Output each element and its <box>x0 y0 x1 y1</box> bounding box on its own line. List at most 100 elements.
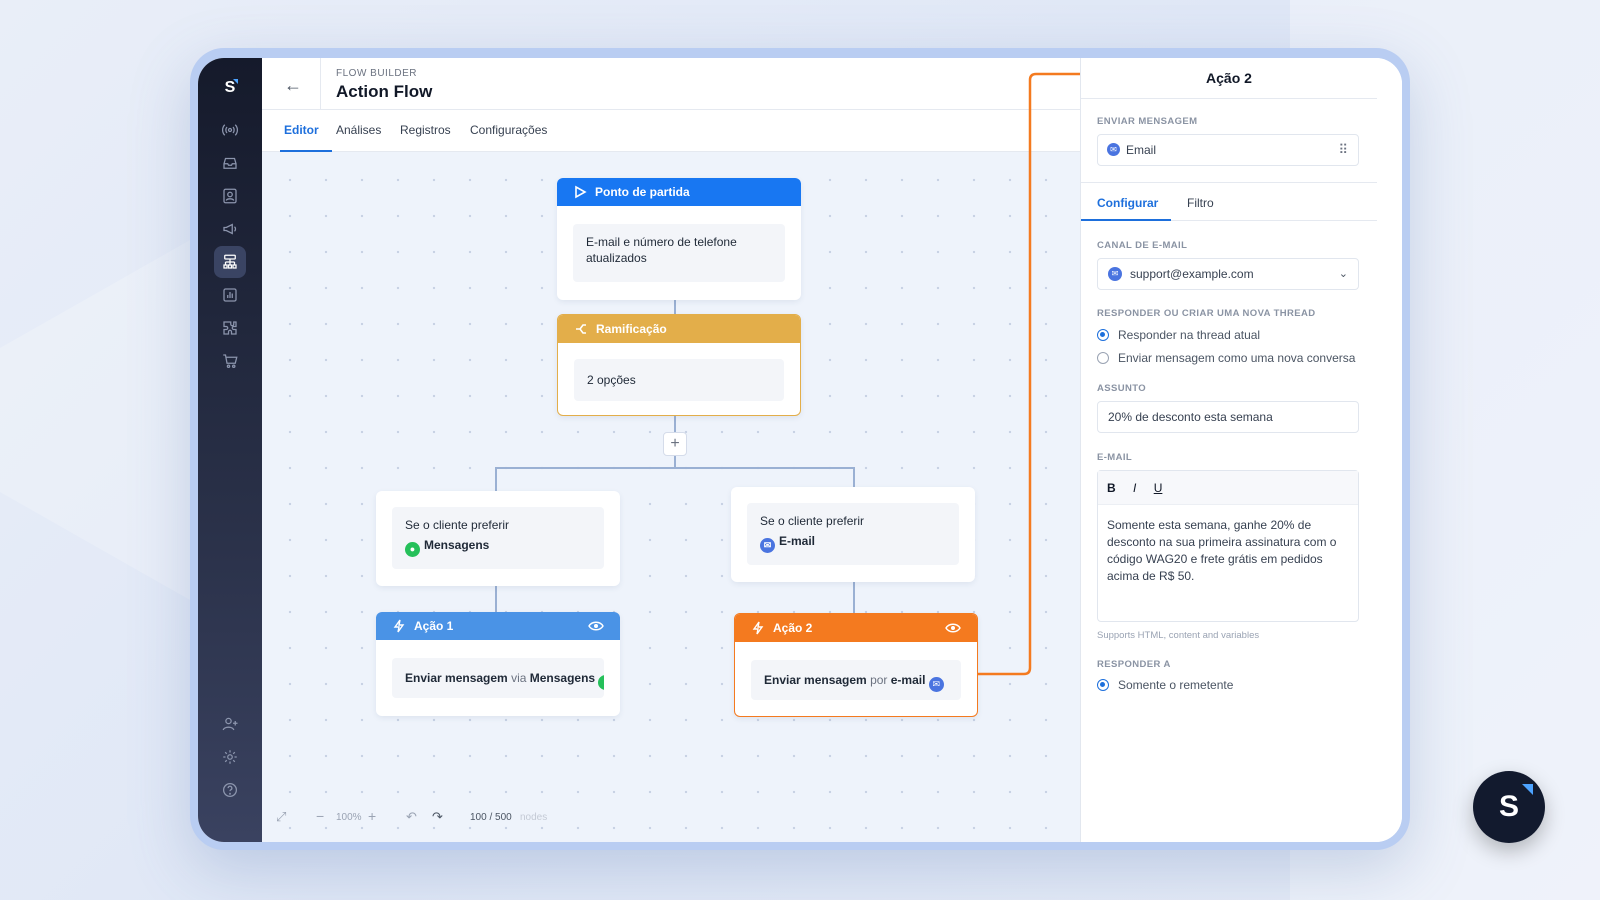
node-start[interactable]: Ponto de partida E-mail e número de tele… <box>557 178 801 300</box>
condition-text: Se o cliente preferir <box>760 514 865 528</box>
radio-new-conversation[interactable]: Enviar mensagem como uma nova conversa <box>1097 351 1355 365</box>
email-channel-value: support@example.com <box>1130 267 1254 281</box>
zoom-in-button[interactable]: + <box>368 808 376 824</box>
email-channel-select[interactable]: ✉ support@example.com ⌄ <box>1097 258 1359 290</box>
tab-filtro[interactable]: Filtro <box>1187 196 1214 210</box>
puzzle-icon[interactable] <box>214 312 246 344</box>
node-action-2[interactable]: Ação 2 Enviar mensagem por e-mail ✉ <box>734 613 978 717</box>
node-condition-body: Se o cliente preferir ✉ E-mail <box>747 503 959 565</box>
lightning-icon <box>752 621 764 635</box>
zoom-out-button[interactable]: − <box>316 808 324 824</box>
broadcast-icon[interactable] <box>214 114 246 146</box>
connector <box>495 586 497 612</box>
condition-channel: Mensagens <box>424 538 490 552</box>
zoom-level: 100% <box>336 812 362 823</box>
flow-icon[interactable] <box>214 246 246 278</box>
reports-icon[interactable] <box>214 279 246 311</box>
underline-button[interactable]: U <box>1154 481 1163 495</box>
app-window: S ← FLOW BUILDER Action Flow Editor Anál… <box>198 58 1402 842</box>
action-channel: e-mail <box>890 673 926 687</box>
tab-bar: Editor Análises Registros Configurações <box>262 110 1102 152</box>
eye-icon[interactable] <box>588 619 604 633</box>
connector <box>853 467 855 487</box>
page-title: Action Flow <box>336 82 433 101</box>
help-icon[interactable] <box>214 774 246 806</box>
grid-icon[interactable]: ⠿ <box>1338 135 1348 165</box>
panel-divider <box>1081 182 1377 183</box>
brand-logo-letter: S <box>1498 790 1519 823</box>
node-action-1-header: Ação 1 <box>376 612 620 640</box>
radio-label: Somente o remetente <box>1118 678 1234 692</box>
node-start-body: E-mail e número de telefone atualizados <box>573 224 785 282</box>
tab-registros[interactable]: Registros <box>400 123 451 137</box>
node-action-2-title: Ação 2 <box>773 621 813 635</box>
node-start-title: Ponto de partida <box>595 185 690 199</box>
megaphone-icon[interactable] <box>214 213 246 245</box>
flow-canvas[interactable]: Ponto de partida E-mail e número de tele… <box>262 72 1102 842</box>
undo-icon[interactable]: ↶ <box>406 809 417 825</box>
add-user-icon[interactable] <box>214 708 246 740</box>
header-divider <box>320 58 321 110</box>
add-step-button[interactable]: + <box>663 432 687 456</box>
fit-screen-icon[interactable]: ⤢ <box>276 809 286 825</box>
gear-icon[interactable] <box>214 741 246 773</box>
back-arrow-icon[interactable]: ← <box>282 74 304 96</box>
node-condition-messages[interactable]: Se o cliente preferir ● Mensagens <box>376 491 620 586</box>
node-action-1-body: Enviar mensagem via Mensagens ● <box>392 658 604 698</box>
node-action-2-header: Ação 2 <box>735 614 977 642</box>
condition-text: Se o cliente preferir <box>405 518 510 532</box>
connector <box>495 467 497 491</box>
node-start-header: Ponto de partida <box>557 178 801 206</box>
email-body-text[interactable]: Somente esta semana, ganhe 20% de descon… <box>1098 505 1358 597</box>
radio-reply-thread[interactable]: Responder na thread atual <box>1097 328 1260 342</box>
panel-divider <box>1081 98 1377 99</box>
node-action-2-body: Enviar mensagem por e-mail ✉ <box>751 660 961 700</box>
condition-channel: E-mail <box>779 534 816 548</box>
node-count: 100 / 500 <box>470 812 512 823</box>
node-branch[interactable]: Ramificação 2 opções <box>557 314 801 416</box>
node-condition-email[interactable]: Se o cliente preferir ✉ E-mail <box>731 487 975 582</box>
email-hint: Supports HTML, content and variables <box>1097 630 1260 641</box>
mail-icon: ✉ <box>1108 267 1122 281</box>
eye-icon[interactable] <box>945 621 961 635</box>
whatsapp-icon: ● <box>598 675 604 690</box>
node-count-label: nodes <box>520 812 548 823</box>
tab-editor[interactable]: Editor <box>284 123 319 137</box>
action-text: Enviar mensagem <box>764 673 867 687</box>
properties-panel: Ação 2 ENVIAR MENSAGEM ✉ Email ⠿ Configu… <box>1080 58 1402 842</box>
brand-logo: S <box>1473 771 1545 843</box>
main-area: ← FLOW BUILDER Action Flow Editor Anális… <box>262 58 1102 842</box>
bold-button[interactable]: B <box>1107 481 1116 495</box>
email-channel-label: CANAL DE E-MAIL <box>1097 240 1188 251</box>
action-via: por <box>870 673 888 687</box>
radio-label: Responder na thread atual <box>1118 328 1261 342</box>
tab-configuracoes[interactable]: Configurações <box>470 123 547 137</box>
inbox-icon[interactable] <box>214 147 246 179</box>
redo-icon[interactable]: ↷ <box>432 809 443 825</box>
italic-button[interactable]: I <box>1133 481 1136 495</box>
tab-analises[interactable]: Análises <box>336 123 381 137</box>
connector <box>674 300 676 314</box>
node-branch-body: 2 opções <box>574 359 784 401</box>
mail-icon: ✉ <box>928 677 944 692</box>
cart-icon[interactable] <box>214 345 246 377</box>
connector <box>495 467 855 469</box>
action-via: via <box>511 671 527 685</box>
sidebar: S <box>198 58 262 842</box>
radio-label: Enviar mensagem como uma nova conversa <box>1118 351 1356 365</box>
subject-label: ASSUNTO <box>1097 383 1147 394</box>
chevron-down-icon[interactable]: ⌄ <box>1339 259 1348 289</box>
subject-input[interactable]: 20% de desconto esta semana <box>1097 401 1359 433</box>
connector <box>674 416 676 432</box>
contacts-icon[interactable] <box>214 180 246 212</box>
action-text: Enviar mensagem <box>405 671 508 685</box>
canvas-toolbar: ⤢ − 100% + ↶ ↷ 100 / 500 nodes <box>262 794 1102 842</box>
mail-icon: ✉ <box>760 538 775 553</box>
app-logo[interactable]: S <box>214 72 246 104</box>
radio-sender-only[interactable]: Somente o remetente <box>1097 678 1233 692</box>
send-type-select[interactable]: ✉ Email ⠿ <box>1097 134 1359 166</box>
node-action-1[interactable]: Ação 1 Enviar mensagem via Mensagens ● <box>376 612 620 716</box>
tab-configurar[interactable]: Configurar <box>1097 196 1158 210</box>
email-editor[interactable]: B I U Somente esta semana, ganhe 20% de … <box>1097 470 1359 622</box>
connector <box>853 582 855 613</box>
